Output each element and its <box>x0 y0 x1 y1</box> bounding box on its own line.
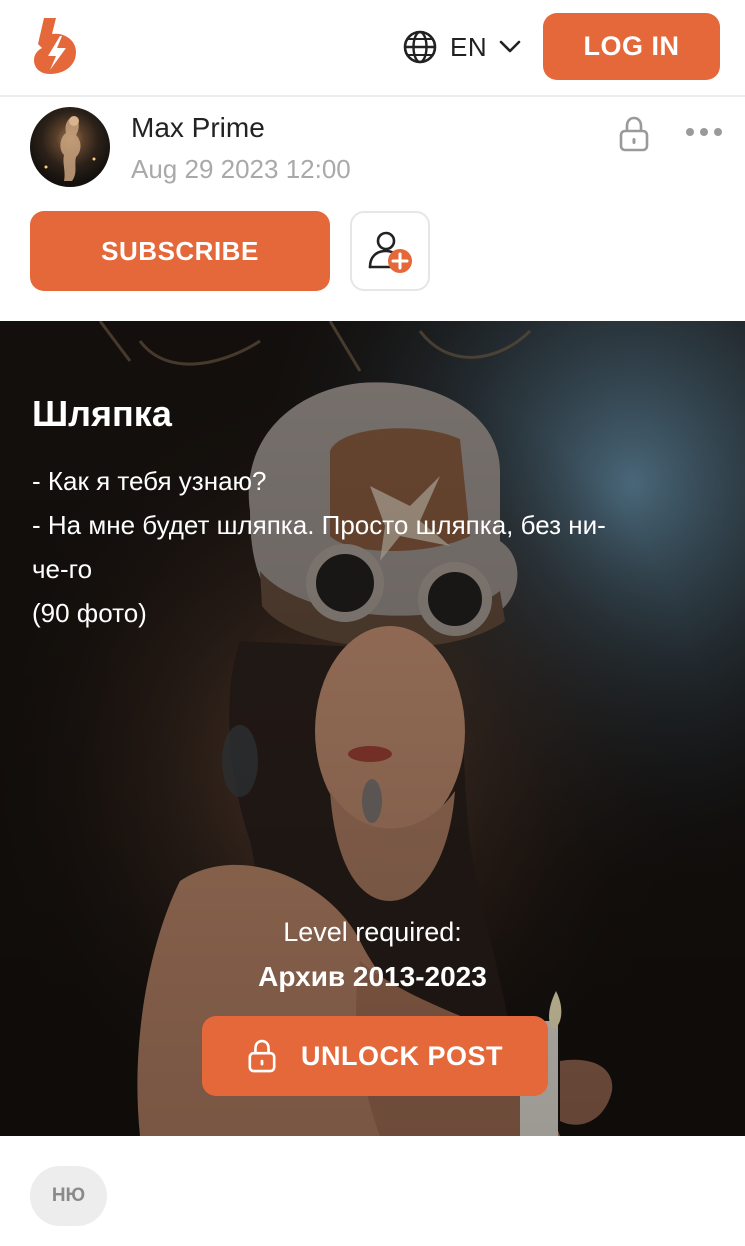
avatar-image <box>44 116 96 181</box>
subscribe-button[interactable]: SUBSCRIBE <box>30 211 330 291</box>
follow-button[interactable] <box>350 211 430 291</box>
more-dot <box>714 128 722 136</box>
unlock-post-label: UNLOCK POST <box>300 1040 503 1071</box>
unlock-post-button[interactable]: UNLOCK POST <box>202 1016 548 1096</box>
post-preview: Шляпка - Как я тебя узнаю? - На мне буде… <box>0 321 745 1136</box>
globe-icon <box>403 30 437 64</box>
top-bar: EN LOG IN <box>0 0 745 97</box>
logo-icon[interactable] <box>30 16 80 76</box>
language-code: EN <box>450 31 488 62</box>
avatar[interactable] <box>30 107 110 187</box>
post-text-line: (90 фото) <box>32 598 147 628</box>
lock-icon <box>248 1039 276 1073</box>
post-text-line: - Как я тебя узнаю? <box>32 466 267 496</box>
language-selector[interactable]: EN <box>402 28 521 66</box>
lock-icon <box>619 116 649 152</box>
post-date: Aug 29 2023 12:00 <box>131 154 351 184</box>
post-text-line: че-го <box>32 554 93 584</box>
add-user-icon <box>368 231 412 273</box>
post-title: Шляпка <box>32 393 172 434</box>
author-name[interactable]: Max Prime <box>131 112 265 144</box>
more-icon[interactable] <box>686 122 722 142</box>
post-preview-image <box>0 321 745 1136</box>
page: EN LOG IN Max Prime Aug 29 2023 12:00 SU… <box>0 0 745 1246</box>
chevron-down-icon <box>499 40 521 53</box>
more-dot <box>686 128 694 136</box>
tag-chip[interactable]: НЮ <box>30 1166 107 1226</box>
more-dot <box>700 128 708 136</box>
level-name: Архив 2013-2023 <box>258 961 487 992</box>
post-description: - Как я тебя узнаю? - На мне будет шляпк… <box>32 459 712 635</box>
level-required-label: Level required: <box>283 917 462 947</box>
post-text-line: - На мне будет шляпка. Просто шляпка, бе… <box>32 510 606 540</box>
login-button[interactable]: LOG IN <box>543 13 720 80</box>
